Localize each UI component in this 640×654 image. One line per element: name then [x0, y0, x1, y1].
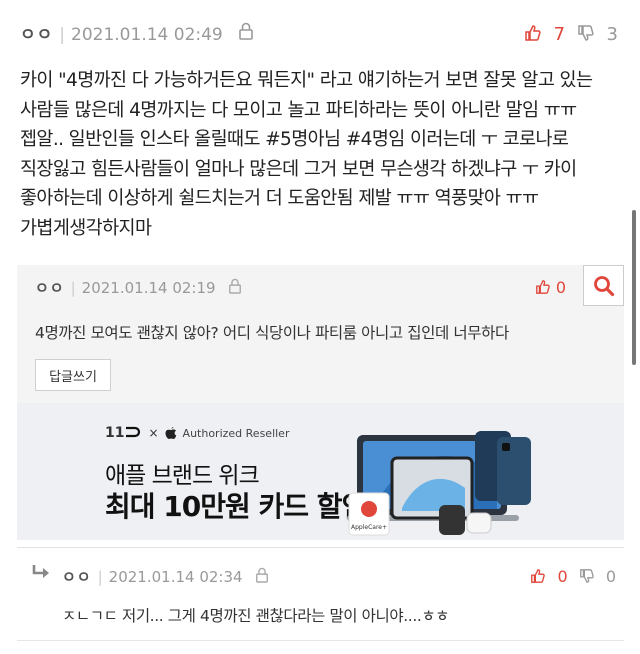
upvote-button[interactable]: 7: [524, 24, 571, 45]
meta-separator: |: [97, 568, 103, 586]
reply2-body: ㅈㄴㄱㄷ 저기... 그게 4명까진 괜찮다라는 말이 아니야....ㅎㅎ: [62, 607, 450, 625]
reply2-meta: ㅇㅇ | 2021.01.14 02:34: [62, 566, 269, 589]
reply-meta: ㅇㅇ | 2021.01.14 02:19: [35, 277, 242, 300]
thumbs-up-icon: [535, 280, 550, 294]
downvote-button[interactable]: 3: [577, 24, 618, 45]
author-name: ㅇㅇ: [20, 25, 54, 45]
reply-body: 4명까진 모여도 괜찮지 않아? 어디 식당이나 파티룸 아니고 집인데 너무하…: [35, 324, 509, 342]
upvote-count: 0: [555, 278, 566, 297]
thumbs-up-icon: [531, 569, 546, 583]
downvote-button[interactable]: 0: [579, 567, 616, 586]
lock-icon[interactable]: [238, 18, 254, 52]
apple-devices-image: AppleCare+: [347, 431, 531, 536]
apple-logo-icon: [165, 427, 176, 439]
ad-banner[interactable]: 11 × Authorized Reseller 애플 브랜드 위크 최대 10…: [17, 403, 624, 540]
upvote-count: 0: [557, 567, 568, 586]
thumbs-up-icon: [525, 25, 541, 41]
write-reply-button[interactable]: 답글쓰기: [35, 359, 111, 391]
thumbs-down-icon: [579, 569, 594, 583]
search-button[interactable]: [583, 265, 624, 306]
author-name: ㅇㅇ: [35, 279, 65, 297]
ad-subheadline: 최대 10만원 카드 할인!: [105, 490, 379, 523]
meta-separator: |: [59, 25, 66, 45]
reply-date: 2021.01.14 02:19: [81, 279, 216, 297]
scrollbar[interactable]: [632, 210, 636, 365]
meta-separator: |: [70, 279, 76, 297]
upvote-button[interactable]: 0: [530, 567, 572, 586]
author-name: ㅇㅇ: [62, 568, 92, 586]
thumbs-down-icon: [578, 25, 594, 41]
reply2-vote-box: 0 0: [524, 566, 616, 588]
reply2-date: 2021.01.14 02:34: [108, 568, 243, 586]
divider: [17, 640, 624, 641]
lock-icon[interactable]: [228, 278, 242, 300]
upvote-count: 7: [553, 24, 566, 45]
ad-reseller-text: Authorized Reseller: [182, 426, 290, 440]
lock-icon[interactable]: [255, 567, 269, 589]
cross-mark: ×: [148, 426, 159, 440]
reply-upvote-button[interactable]: 0: [535, 277, 566, 299]
11st-logo: 11: [105, 425, 142, 441]
comment-date: 2021.01.14 02:49: [71, 25, 223, 45]
downvote-count: 0: [605, 567, 616, 586]
search-icon: [593, 275, 614, 296]
divider: [17, 547, 624, 548]
ad-logo-row: 11 × Authorized Reseller: [105, 425, 289, 441]
applecare-badge-text: AppleCare+: [351, 524, 387, 531]
main-comment-body: 카이 "4명까진 다 가능하거든요 뭐든지" 라고 얘기하는거 보면 잘못 알고…: [20, 70, 593, 239]
reply-arrow-icon: [30, 563, 52, 585]
downvote-count: 3: [606, 24, 618, 45]
main-vote-box: 7 3: [518, 18, 618, 52]
